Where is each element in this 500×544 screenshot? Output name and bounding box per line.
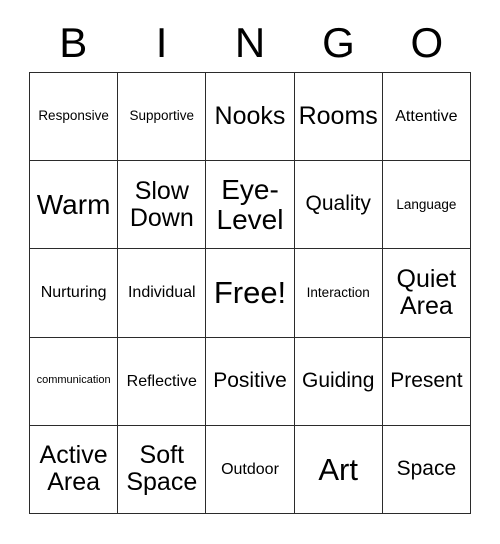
bingo-header-row: B I N G O <box>29 14 471 72</box>
bingo-cell[interactable]: Rooms <box>294 73 383 162</box>
bingo-cell-label: Nurturing <box>40 284 107 302</box>
bingo-cell[interactable]: Soft Space <box>118 425 207 514</box>
bingo-cell[interactable]: Present <box>382 337 471 426</box>
bingo-cell-label: Eye- Level <box>216 173 284 235</box>
bingo-cell[interactable]: Art <box>294 425 383 514</box>
bingo-cell[interactable]: Language <box>382 161 471 250</box>
bingo-cell[interactable]: Individual <box>118 249 207 338</box>
bingo-cell[interactable]: Nooks <box>206 73 295 162</box>
bingo-cell-label: Supportive <box>129 108 195 124</box>
bingo-cell-label: Language <box>396 196 457 212</box>
bingo-cell[interactable]: Reflective <box>118 337 207 426</box>
bingo-cell[interactable]: Interaction <box>294 249 383 338</box>
bingo-cell-label: Interaction <box>306 284 370 300</box>
bingo-cell[interactable]: Attentive <box>382 73 471 162</box>
bingo-cell-label: Warm <box>36 188 111 220</box>
bingo-cell-label: Nooks <box>214 102 286 131</box>
bingo-cell[interactable]: Slow Down <box>118 161 207 250</box>
bingo-cell[interactable]: communication <box>30 337 119 426</box>
bingo-cell[interactable]: Outdoor <box>206 425 295 514</box>
bingo-cell-label: Soft Space <box>126 441 198 497</box>
bingo-cell-label: Active Area <box>39 441 108 497</box>
bingo-cell[interactable]: Warm <box>30 161 119 250</box>
header-letter-g: G <box>322 19 355 66</box>
bingo-card: B I N G O Responsive Supportive Nooks Ro… <box>0 0 500 544</box>
header-letter-n: N <box>234 19 266 66</box>
bingo-cell[interactable]: Responsive <box>30 73 119 162</box>
bingo-cell[interactable]: Eye- Level <box>206 161 295 250</box>
bingo-cell-label: Rooms <box>298 102 378 131</box>
bingo-cell[interactable]: Active Area <box>30 425 119 514</box>
bingo-cell[interactable]: Supportive <box>118 73 207 162</box>
bingo-cell-label: Quiet Area <box>396 264 457 320</box>
bingo-cell-label: Space <box>396 457 457 481</box>
bingo-cell[interactable]: Quality <box>294 161 383 250</box>
bingo-cell[interactable]: Nurturing <box>30 249 119 338</box>
bingo-cell-label: Reflective <box>126 372 197 390</box>
header-letter-b: B <box>59 19 88 66</box>
bingo-cell-label: Positive <box>213 368 287 392</box>
header-letter-i: I <box>155 19 168 66</box>
bingo-cell[interactable]: Positive <box>206 337 295 426</box>
bingo-cell-label: Art <box>318 451 358 487</box>
bingo-cell-free[interactable]: Free! <box>206 249 295 338</box>
bingo-cell[interactable]: Guiding <box>294 337 383 426</box>
bingo-grid: Responsive Supportive Nooks Rooms Attent… <box>29 72 471 514</box>
bingo-cell-label: Outdoor <box>221 460 279 478</box>
bingo-cell-label: Responsive <box>38 108 109 124</box>
bingo-cell[interactable]: Quiet Area <box>382 249 471 338</box>
header-letter-o: O <box>410 19 444 66</box>
bingo-cell-label: communication <box>36 374 111 387</box>
bingo-cell-label: Present <box>390 368 463 392</box>
bingo-cell-label: Attentive <box>395 107 458 125</box>
bingo-cell-label: Guiding <box>302 368 375 392</box>
bingo-cell-label: Slow Down <box>129 176 194 232</box>
bingo-cell-label: Quality <box>305 192 371 216</box>
bingo-cell-label: Free! <box>213 275 287 311</box>
bingo-cell[interactable]: Space <box>382 425 471 514</box>
bingo-cell-label: Individual <box>127 284 196 302</box>
